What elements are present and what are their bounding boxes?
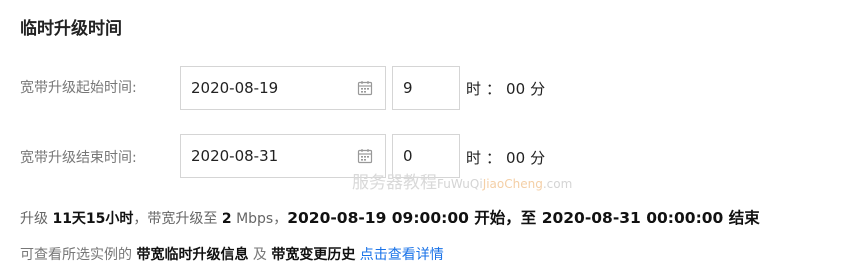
hour-unit: 时 bbox=[466, 149, 482, 167]
watermark-cn: 服务器教程 bbox=[352, 173, 437, 193]
end-time-label: 宽带升级结束时间: bbox=[20, 150, 137, 166]
end-hour-value: 0 bbox=[403, 147, 413, 165]
view-details-link[interactable]: 点击查看详情 bbox=[355, 247, 444, 263]
summary-end-word: 结束 bbox=[723, 209, 760, 227]
page-title: 临时升级时间 bbox=[20, 19, 122, 39]
summary-end-time: 2020-08-31 00:00:00 bbox=[541, 209, 724, 227]
summary-bandwidth: 2 bbox=[221, 211, 232, 227]
start-date-value: 2020-08-19 bbox=[191, 79, 279, 97]
end-time-suffix: 时： 00 分 bbox=[466, 147, 550, 168]
summary-start-word: 开始，至 bbox=[468, 209, 542, 227]
watermark-latin-1: FuWuQi bbox=[437, 177, 483, 191]
time-colon: ： bbox=[486, 149, 502, 167]
start-time-suffix: 时： 00 分 bbox=[466, 78, 550, 99]
start-time-label: 宽带升级起始时间: bbox=[20, 80, 137, 96]
minute-value: 00 bbox=[506, 149, 526, 167]
info-prefix: 可查看所选实例的 bbox=[20, 247, 137, 263]
info-and: 及 bbox=[248, 247, 272, 263]
summary-unit: Mbps， bbox=[231, 211, 288, 227]
end-date-value: 2020-08-31 bbox=[191, 147, 279, 165]
summary-duration: 11天15小时 bbox=[52, 211, 134, 227]
start-hour-input[interactable]: 9 bbox=[392, 66, 460, 110]
start-date-picker[interactable]: 2020-08-19 bbox=[180, 66, 386, 110]
hour-unit: 时 bbox=[466, 80, 482, 98]
watermark: 服务器教程FuWuQiJiaoCheng.com bbox=[352, 168, 572, 193]
info-line: 可查看所选实例的 带宽临时升级信息 及 带宽变更历史 点击查看详情 bbox=[20, 244, 444, 264]
upgrade-summary: 升级 11天15小时，带宽升级至 2 Mbps，2020-08-19 09:00… bbox=[20, 206, 760, 228]
minute-unit: 分 bbox=[530, 149, 546, 167]
summary-mid: ，带宽升级至 bbox=[133, 211, 222, 227]
minute-value: 00 bbox=[506, 80, 526, 98]
bandwidth-upgrade-info: 带宽临时升级信息 bbox=[136, 247, 249, 263]
start-hour-value: 9 bbox=[403, 79, 413, 97]
summary-prefix: 升级 bbox=[20, 211, 53, 227]
time-colon: ： bbox=[486, 80, 502, 98]
minute-unit: 分 bbox=[530, 80, 546, 98]
calendar-icon[interactable] bbox=[357, 80, 373, 96]
bandwidth-change-history: 带宽变更历史 bbox=[271, 247, 356, 263]
calendar-icon[interactable] bbox=[357, 148, 373, 164]
watermark-latin-2: JiaoCheng bbox=[482, 177, 543, 191]
summary-start-time: 2020-08-19 09:00:00 bbox=[287, 209, 469, 227]
watermark-latin-3: .com bbox=[542, 177, 573, 191]
